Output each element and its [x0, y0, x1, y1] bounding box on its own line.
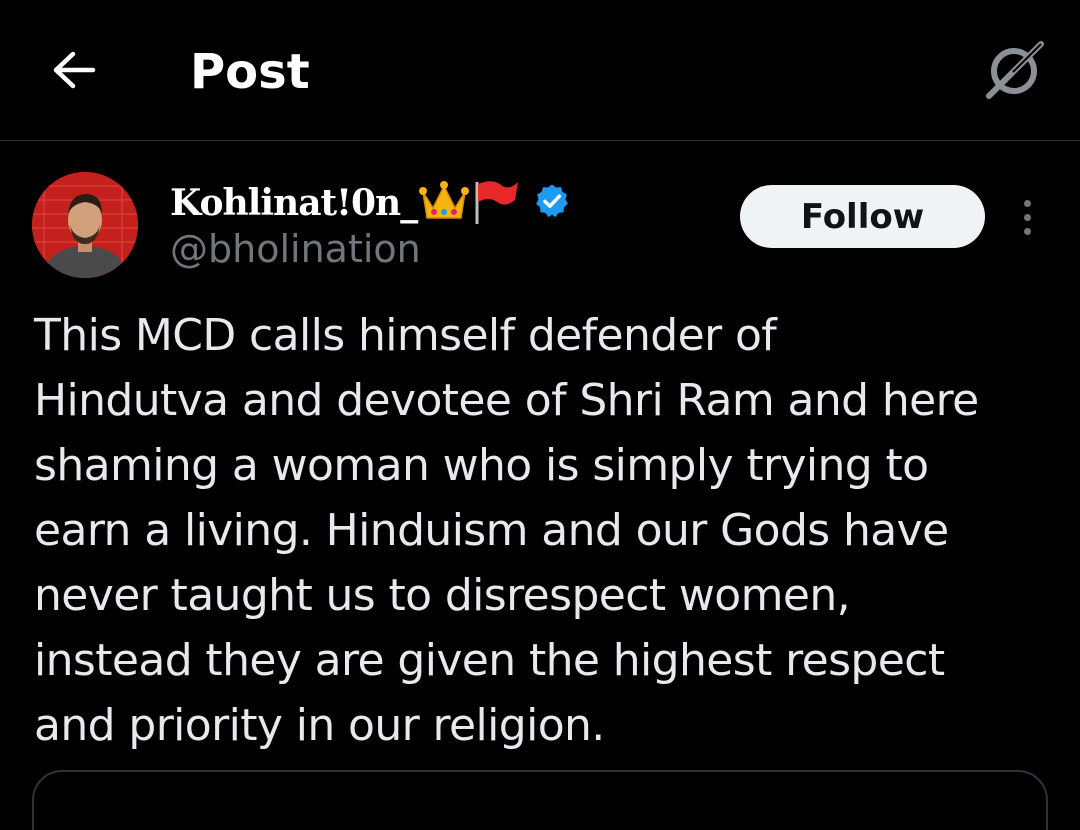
follow-button[interactable]: Follow: [740, 185, 985, 248]
more-options-button[interactable]: [1006, 192, 1048, 242]
top-bar: Post: [0, 0, 1080, 141]
verified-badge-icon: [533, 182, 571, 224]
author-handle: @bholination: [170, 227, 421, 271]
crown-icon: [419, 178, 470, 228]
grok-icon: [986, 41, 1044, 99]
more-dot: [1023, 213, 1031, 221]
arrow-left-icon: [53, 51, 96, 89]
author-display-name: Kohlinat!0n_: [170, 182, 418, 224]
post-text: This MCD calls himself defender of Hindu…: [34, 310, 979, 751]
back-button[interactable]: [40, 36, 108, 104]
media-card[interactable]: [32, 770, 1048, 830]
page-title: Post: [190, 44, 310, 100]
avatar-image: [32, 172, 138, 278]
more-dot: [1023, 227, 1031, 235]
avatar[interactable]: [32, 172, 138, 278]
red-flag-icon: [471, 176, 521, 230]
author-name-row: Kohlinat!0n_: [170, 174, 571, 232]
author-info[interactable]: Kohlinat!0n_ @bholination: [170, 174, 571, 270]
grok-button[interactable]: [978, 34, 1052, 106]
more-vertical-icon: [1023, 199, 1031, 207]
